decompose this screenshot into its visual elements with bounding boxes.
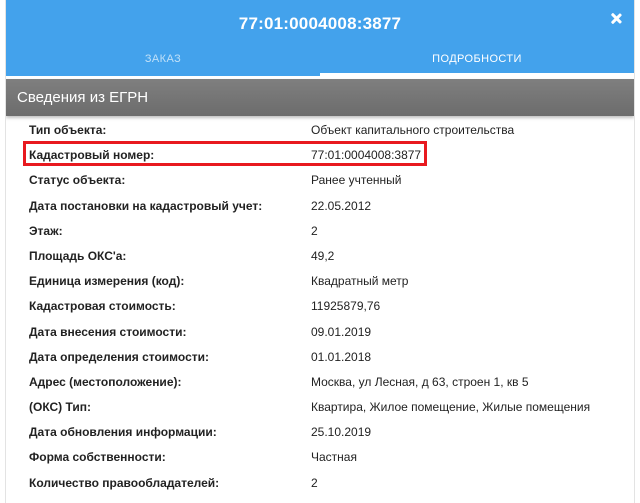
table-row: Тип объекта: Объект капитального строите… xyxy=(6,117,634,142)
row-label: Форма собственности: xyxy=(29,450,166,465)
row-label: Адрес (местоположение): xyxy=(29,374,182,389)
row-value: 2 xyxy=(311,475,318,490)
dialog-header: 77:01:0004008:3877 ЗАКАЗ ПОДРОБНОСТИ xyxy=(6,0,634,76)
table-row: Этаж: 2 xyxy=(6,218,634,243)
table-row: Форма собственности: Частная xyxy=(6,444,634,469)
details-dialog: 77:01:0004008:3877 ЗАКАЗ ПОДРОБНОСТИ Све… xyxy=(5,0,635,503)
row-label: Тип объекта: xyxy=(29,123,107,137)
row-value: Объект капитального строительства xyxy=(311,123,515,137)
table-row: Дата определения стоимости: 01.01.2018 xyxy=(6,344,634,369)
row-value: 22.05.2012 xyxy=(311,198,372,213)
details-table: Тип объекта: Объект капитального строите… xyxy=(6,117,634,495)
row-value: Москва, ул Лесная, д 63, строен 1, кв 5 xyxy=(311,374,529,389)
row-label: Дата внесения стоимости: xyxy=(29,324,187,339)
section-title: Сведения из ЕГРН xyxy=(17,89,149,106)
section-header: Сведения из ЕГРН xyxy=(6,79,634,116)
table-row: Дата обновления информации: 25.10.2019 xyxy=(6,419,634,444)
row-label: (ОКС) Тип: xyxy=(29,400,91,415)
tab-details[interactable]: ПОДРОБНОСТИ xyxy=(320,46,634,76)
row-label: Дата определения стоимости: xyxy=(29,349,209,364)
row-value: Квартира, Жилое помещение, Жилые помещен… xyxy=(311,400,591,415)
table-row: Единица измерения (код): Квадратный метр xyxy=(6,268,634,293)
row-value: 2 xyxy=(311,223,318,238)
row-value: 11925879,76 xyxy=(311,299,381,314)
row-label: Количество правообладателей: xyxy=(29,475,220,490)
table-row: Кадастровая стоимость: 11925879,76 xyxy=(6,293,634,318)
dialog-title: 77:01:0004008:3877 xyxy=(238,14,402,33)
table-row: Кадастровый номер: 77:01:0004008:3877 xyxy=(6,142,634,167)
tab-order[interactable]: ЗАКАЗ xyxy=(6,46,320,76)
row-label: Кадастровый номер: xyxy=(29,148,155,163)
row-label: Единица измерения (код): xyxy=(29,274,185,289)
row-value: Квадратный метр xyxy=(311,274,409,289)
table-row: Площадь ОКС'a: 49,2 xyxy=(6,243,634,268)
table-row: Статус объекта: Ранее учтенный xyxy=(6,167,634,192)
row-label: Этаж: xyxy=(29,223,63,238)
tab-bar: ЗАКАЗ ПОДРОБНОСТИ xyxy=(6,46,634,76)
table-row: Дата внесения стоимости: 09.01.2019 xyxy=(6,319,634,344)
row-label: Кадастровая стоимость: xyxy=(29,299,176,314)
row-value: 09.01.2019 xyxy=(311,324,372,339)
row-label: Дата обновления информации: xyxy=(29,425,217,440)
table-row: Адрес (местоположение): Москва, ул Лесна… xyxy=(6,369,634,394)
row-label: Площадь ОКС'a: xyxy=(29,248,127,263)
row-value: Ранее учтенный xyxy=(311,173,402,188)
row-label: Статус объекта: xyxy=(29,173,126,188)
row-value: 01.01.2018 xyxy=(311,349,372,364)
close-icon[interactable] xyxy=(606,9,626,29)
row-value: 25.10.2019 xyxy=(311,425,372,440)
table-row: Количество правообладателей: 2 xyxy=(6,470,634,495)
row-label: Дата постановки на кадастровый учет: xyxy=(29,198,263,213)
row-value: 49,2 xyxy=(311,248,335,263)
row-value: Частная xyxy=(311,450,357,465)
row-value: 77:01:0004008:3877 xyxy=(311,148,422,163)
table-row: (ОКС) Тип: Квартира, Жилое помещение, Жи… xyxy=(6,394,634,419)
table-row: Дата постановки на кадастровый учет: 22.… xyxy=(6,193,634,218)
